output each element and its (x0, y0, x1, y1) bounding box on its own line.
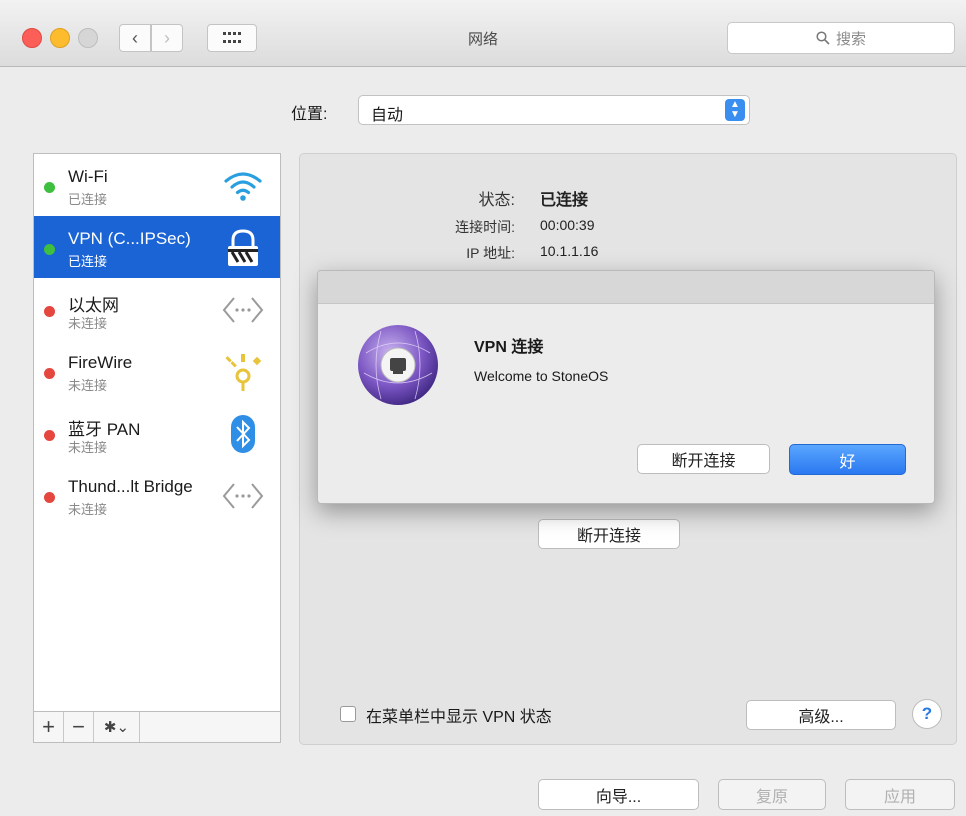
wifi-icon (220, 166, 266, 206)
status-dot (44, 492, 55, 503)
vpn-lock-icon (220, 228, 266, 268)
dialog-ok-button[interactable]: 好 (789, 444, 906, 475)
updown-arrows-icon: ▲ ▼ (725, 99, 745, 121)
service-status: 未连接 (68, 378, 108, 393)
service-item-vpn[interactable]: VPN (C...IPSec) 已连接 (34, 216, 280, 278)
thunderbolt-bridge-icon (220, 476, 266, 516)
service-name: VPN (C...IPSec) (68, 229, 191, 248)
status-dot (44, 306, 55, 317)
status-dot (44, 368, 55, 379)
dialog-message: Welcome to StoneOS (474, 368, 609, 384)
service-item-bluetooth-pan[interactable]: 蓝牙 PAN 未连接 (34, 402, 280, 464)
connect-time-label: 连接时间: (455, 219, 515, 235)
firewire-icon (220, 352, 266, 392)
status-value: 已连接 (540, 192, 589, 209)
status-dot (44, 244, 55, 255)
service-status: 未连接 (68, 316, 108, 331)
service-name: Thund...lt Bridge (68, 477, 193, 496)
location-select[interactable]: 自动 ▲ ▼ (358, 95, 750, 125)
bluetooth-icon (220, 414, 266, 454)
ip-address-value: 10.1.1.16 (540, 243, 599, 259)
service-name: FireWire (68, 353, 133, 372)
dialog-disconnect-button[interactable]: 断开连接 (637, 444, 770, 474)
service-list-toolbar: + − ✱⌄ (33, 711, 281, 743)
service-name: Wi-Fi (68, 167, 108, 186)
remove-service-button[interactable]: − (64, 712, 94, 742)
location-label: 位置: (291, 106, 328, 123)
disconnect-button[interactable]: 断开连接 (538, 519, 680, 549)
show-vpn-status-label: 在菜单栏中显示 VPN 状态 (366, 709, 552, 726)
show-vpn-status-checkbox[interactable] (340, 706, 356, 722)
search-field[interactable]: 搜索 (727, 22, 955, 54)
add-service-button[interactable]: + (34, 712, 64, 742)
location-value: 自动 (371, 107, 404, 124)
help-icon: ? (921, 704, 933, 723)
ip-address-label: IP 地址: (466, 245, 515, 261)
service-status: 未连接 (68, 502, 108, 517)
revert-button[interactable]: 复原 (718, 779, 826, 810)
service-status: 已连接 (68, 254, 108, 269)
service-item-firewire[interactable]: FireWire 未连接 (34, 340, 280, 402)
status-label: 状态: (478, 192, 515, 209)
service-list: Wi-Fi 已连接 VPN (C...IPSec) 已连接 以太网 未连接 Fi… (33, 153, 281, 712)
status-dot (44, 430, 55, 441)
dialog-header (318, 271, 934, 304)
search-icon (816, 31, 830, 45)
title-bar: ‹ › 网络 搜索 (0, 0, 966, 67)
service-item-ethernet[interactable]: 以太网 未连接 (34, 278, 280, 340)
connect-time-value: 00:00:39 (540, 217, 595, 233)
advanced-button[interactable]: 高级... (746, 700, 896, 730)
vpn-connection-dialog: VPN 连接 Welcome to StoneOS 断开连接 好 (317, 270, 935, 504)
service-item-wifi[interactable]: Wi-Fi 已连接 (34, 154, 280, 216)
ethernet-icon (220, 290, 266, 330)
assistant-button[interactable]: 向导... (538, 779, 699, 810)
help-button[interactable]: ? (912, 699, 942, 729)
dialog-title: VPN 连接 (474, 339, 544, 356)
network-app-icon (356, 323, 440, 412)
service-status: 已连接 (68, 192, 108, 207)
search-placeholder: 搜索 (835, 30, 866, 48)
service-status: 未连接 (68, 440, 108, 455)
gear-menu-button[interactable]: ✱⌄ (94, 712, 140, 742)
apply-button[interactable]: 应用 (845, 779, 955, 810)
status-dot (44, 182, 55, 193)
service-item-thunderbolt-bridge[interactable]: Thund...lt Bridge 未连接 (34, 464, 280, 526)
gear-icon: ✱⌄ (103, 719, 130, 736)
